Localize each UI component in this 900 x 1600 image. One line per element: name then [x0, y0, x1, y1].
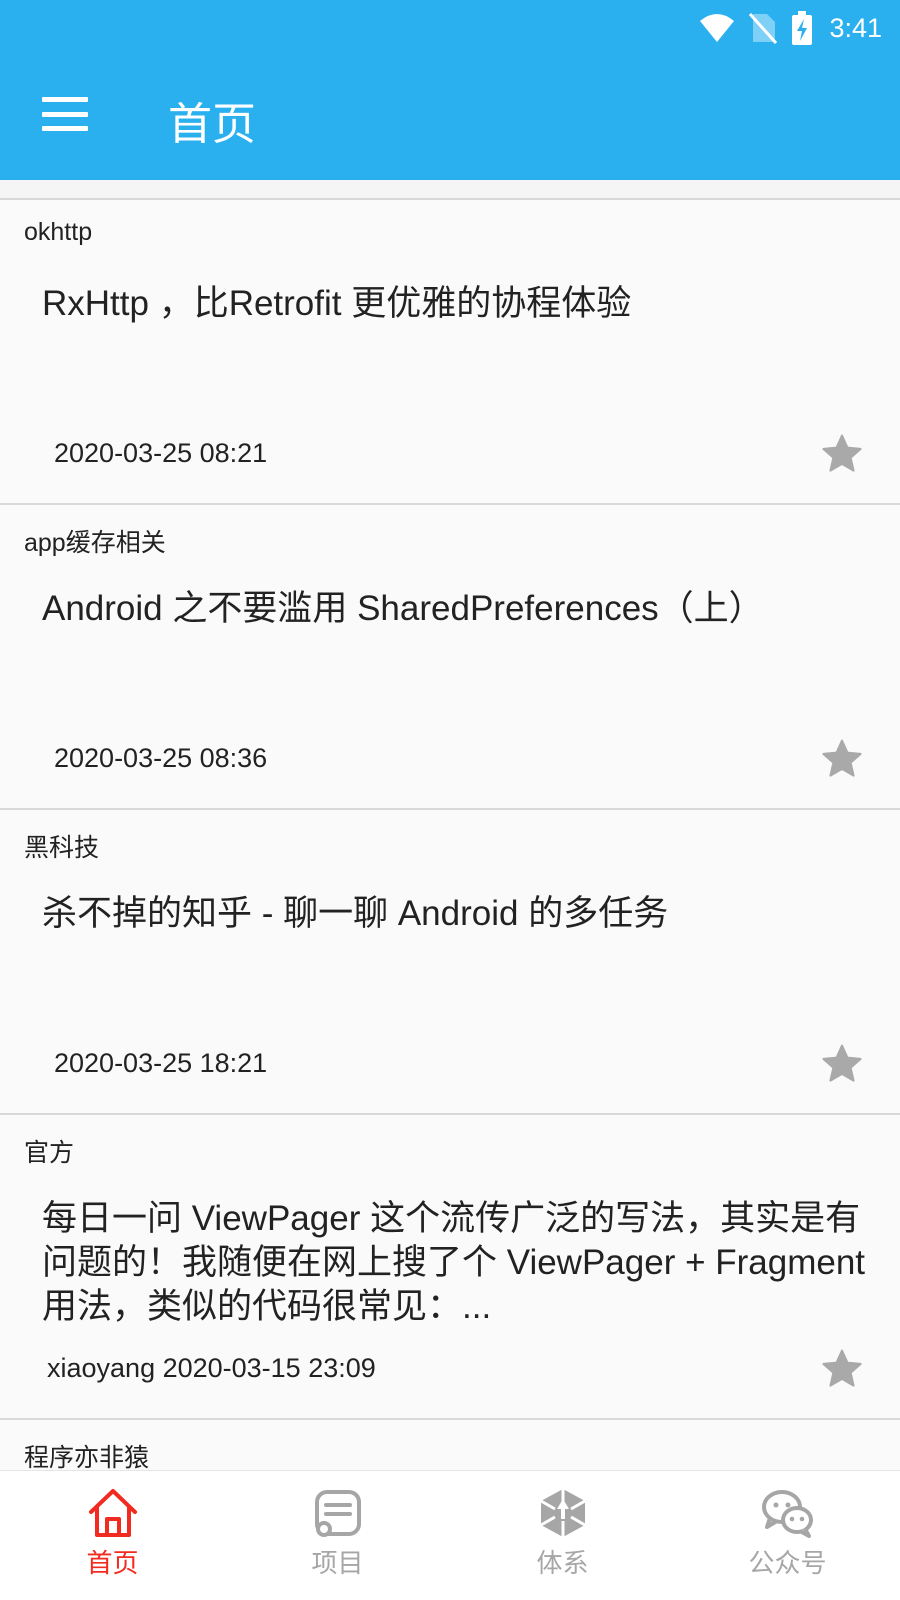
- article-category[interactable]: 程序亦非猿: [24, 1438, 149, 1470]
- article-date: 2020-03-25 08:21: [54, 438, 268, 468]
- tab-home-label: 首页: [86, 1549, 139, 1579]
- article-card[interactable]: 黑科技 杀不掉的知乎 - 聊一聊 Android 的多任务 2020-03-25…: [0, 810, 900, 1115]
- article-category[interactable]: 官方: [24, 1133, 74, 1169]
- article-list[interactable]: okhttp RxHttp ，比Retrofit 更优雅的协程体验 2020-0…: [0, 180, 900, 1470]
- tab-project-label: 项目: [311, 1549, 364, 1579]
- menu-icon[interactable]: [42, 97, 88, 131]
- home-icon: [88, 1489, 137, 1537]
- article-title[interactable]: RxHttp ，比Retrofit 更优雅的协程体验: [42, 282, 872, 326]
- wifi-icon: [700, 14, 735, 42]
- wechat-icon: [761, 1490, 813, 1538]
- tab-system[interactable]: 体系: [450, 1471, 675, 1600]
- star-icon[interactable]: [820, 738, 864, 780]
- article-category[interactable]: 黑科技: [24, 828, 99, 864]
- list-top-divider: [0, 180, 900, 200]
- no-sim-icon: [749, 12, 778, 44]
- page-title: 首页: [168, 99, 256, 150]
- tab-wechat[interactable]: 公众号: [675, 1471, 900, 1600]
- app-bar: 3:41 首页: [0, 0, 900, 180]
- tab-wechat-label: 公众号: [748, 1549, 827, 1579]
- article-title[interactable]: 杀不掉的知乎 - 聊一聊 Android 的多任务: [42, 892, 872, 936]
- star-icon[interactable]: [820, 433, 864, 475]
- tab-home[interactable]: 首页: [0, 1471, 225, 1600]
- bottom-navigation: 首页 项目 体系 公众号: [0, 1470, 900, 1600]
- article-author-date: xiaoyang 2020-03-15 23:09: [47, 1353, 376, 1383]
- star-icon[interactable]: [820, 1043, 864, 1085]
- star-icon[interactable]: [820, 1348, 864, 1390]
- tab-project[interactable]: 项目: [225, 1471, 450, 1600]
- status-bar: 3:41: [699, 10, 882, 46]
- article-card[interactable]: 官方 每日一问 ViewPager 这个流传广泛的写法，其实是有问题的！我随便在…: [0, 1115, 900, 1420]
- battery-charging-icon: [792, 11, 813, 45]
- article-category[interactable]: okhttp: [24, 218, 92, 247]
- article-category[interactable]: app缓存相关: [24, 523, 166, 559]
- project-icon: [314, 1490, 361, 1537]
- article-date: 2020-03-25 08:36: [54, 743, 268, 773]
- article-card[interactable]: okhttp RxHttp ，比Retrofit 更优雅的协程体验 2020-0…: [0, 200, 900, 505]
- article-title[interactable]: 每日一问 ViewPager 这个流传广泛的写法，其实是有问题的！我随便在网上搜…: [42, 1197, 872, 1329]
- tab-system-label: 体系: [536, 1549, 589, 1579]
- system-icon: [539, 1489, 586, 1537]
- article-date: 2020-03-25 18:21: [54, 1048, 268, 1078]
- article-card[interactable]: app缓存相关 Android 之不要滥用 SharedPreferences（…: [0, 505, 900, 810]
- article-title[interactable]: Android 之不要滥用 SharedPreferences（上）: [42, 587, 872, 631]
- article-card[interactable]: 程序亦非猿: [0, 1420, 900, 1470]
- status-time: 3:41: [829, 12, 882, 43]
